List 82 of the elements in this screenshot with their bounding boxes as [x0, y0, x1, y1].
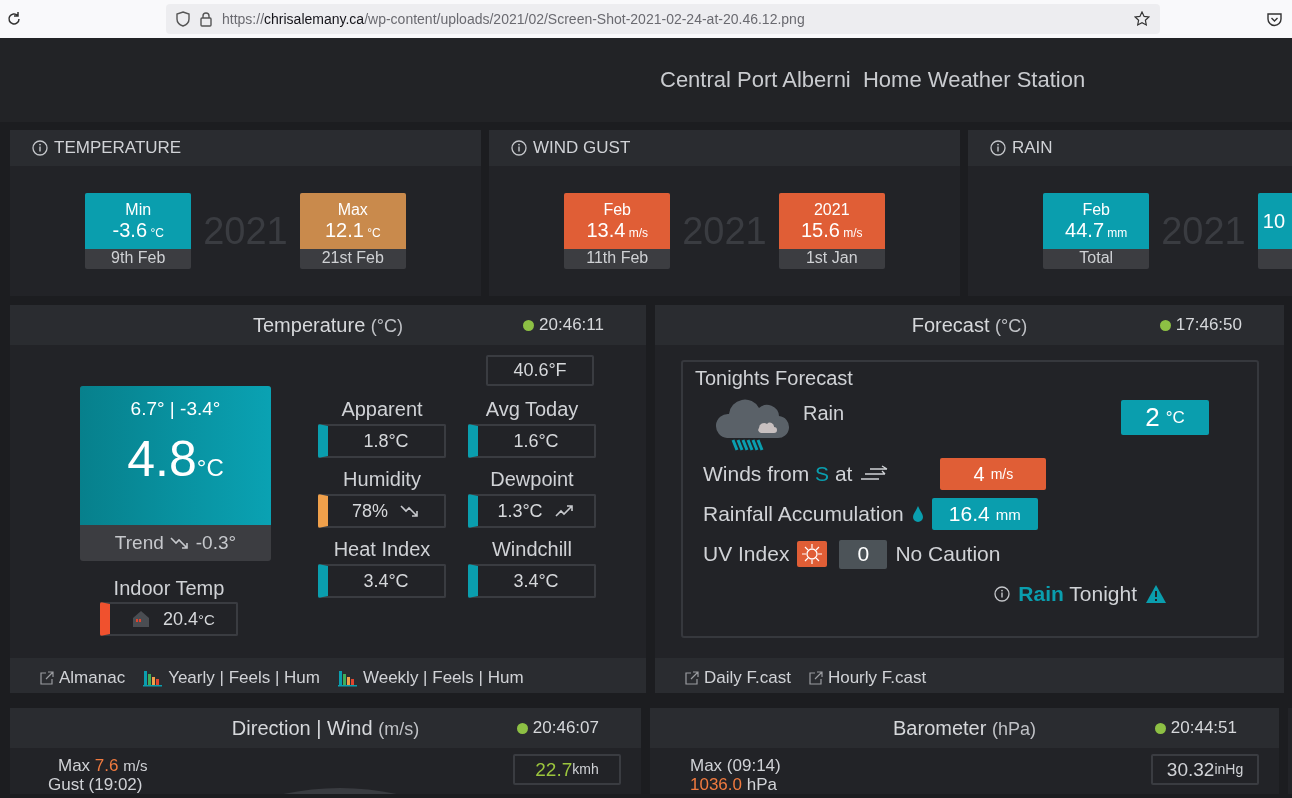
uv-index-value: 0: [839, 539, 888, 569]
card-title: WIND GUST: [533, 138, 631, 158]
stat-value: 3.4°C: [468, 564, 596, 598]
forecast-condition: Rain: [803, 402, 845, 425]
pocket-icon[interactable]: [1267, 11, 1282, 27]
update-time: 20:46:07: [516, 718, 599, 738]
panel-link[interactable]: Almanac: [40, 668, 126, 688]
record-tile: Min -3.6 °C 9th Feb: [85, 193, 192, 269]
record-tile: 2021 15.6 m/s 1st Jan: [778, 193, 885, 269]
indoor-value: 20.4°C: [100, 602, 238, 636]
update-time: 20:44:51: [1154, 718, 1237, 738]
panel-link[interactable]: Yearly | Feels | Hum: [143, 668, 320, 688]
panel-link[interactable]: Weekly | Feels | Hum: [337, 668, 524, 688]
stat-value: 1.3°C: [468, 494, 596, 528]
panel-link[interactable]: Daily F.cast: [685, 668, 791, 688]
bar-chart-icon: [337, 669, 358, 687]
wind-icon: [860, 465, 889, 483]
stat-label: Indoor Temp: [113, 577, 225, 600]
wind-speed-reading: 22.7kmh: [513, 754, 621, 785]
trend-down-icon: [400, 504, 420, 518]
external-link-icon: [685, 671, 699, 685]
stat-value: 3.4°C: [318, 564, 446, 598]
stat-label: Humidity: [343, 468, 421, 491]
fahrenheit-reading: 40.6°F: [486, 355, 594, 386]
address-bar[interactable]: https://chrisalemany.ca/wp-content/uploads/2021/02/Screen-Shot-2021-02-24-at-20.46.12.png: [166, 4, 1160, 34]
wind-label: Winds from S at: [703, 462, 853, 486]
bar-chart-icon: [143, 669, 164, 687]
pressure-max-value: 1036.0 hPa: [690, 775, 777, 794]
trend-up-icon: [554, 504, 575, 518]
stat-value: 78%: [318, 494, 446, 528]
drop-icon: [911, 505, 924, 523]
info-icon: [511, 140, 527, 156]
record-tile: Max 12.1 °C 21st Feb: [299, 193, 406, 269]
panel-title: Barometer (hPa): [893, 716, 1036, 740]
info-icon: [32, 140, 48, 156]
wind-max: Max 7.6 m/s: [58, 756, 148, 775]
record-tile: 10: [1257, 193, 1292, 269]
uv-label: UV Index: [703, 542, 790, 566]
star-icon[interactable]: [1134, 11, 1150, 27]
stat-value: 1.6°C: [468, 424, 596, 458]
warning-icon: [1145, 584, 1167, 604]
external-link-icon: [808, 671, 823, 685]
panel-title: Forecast (°C): [911, 313, 1028, 337]
lock-icon[interactable]: [200, 11, 212, 27]
stat-label: Dewpoint: [490, 468, 574, 491]
gust-label: Gust (19:02): [48, 775, 143, 794]
record-tile: Feb 44.7 mm Total: [1043, 193, 1150, 269]
alert-text: Rain Tonight: [1018, 582, 1137, 606]
update-time: 20:46:11: [523, 315, 604, 335]
forecast-heading: Tonights Forecast: [695, 367, 854, 390]
rainfall-amount: 16.4 mm: [931, 498, 1038, 530]
pressure-max-label: Max (09:14): [690, 756, 781, 775]
info-icon: [994, 586, 1011, 602]
trend-down-icon: [169, 536, 190, 550]
panel-title: Direction | Wind (m/s): [231, 716, 420, 740]
rainfall-label: Rainfall Accumulation: [703, 502, 904, 526]
pressure-reading: 30.32inHg: [1151, 754, 1259, 785]
panel-link[interactable]: Hourly F.cast: [808, 668, 927, 688]
panel-title: Temperature (°C): [253, 313, 403, 337]
house-icon: [131, 610, 152, 628]
trend-label: Trend: [114, 532, 164, 554]
stat-label: Apparent: [341, 398, 423, 421]
record-tile: Feb 13.4 m/s 11th Feb: [564, 193, 671, 269]
url-text: https://chrisalemany.ca/wp-content/uploads/2021/02/Screen-Shot-2021-02-24-at-20.46.12.png: [222, 11, 806, 27]
card-title: TEMPERATURE: [54, 138, 182, 158]
shield-icon[interactable]: [176, 11, 190, 27]
card-title: RAIN: [1012, 138, 1053, 158]
stat-label: Heat Index: [333, 538, 431, 561]
stat-label: Windchill: [492, 538, 572, 561]
station-title: Central Port Alberni Home Weather Station: [660, 67, 1086, 93]
current-temperature-tile: 6.7° | -3.4° 4.8°C Trend -0.3°: [80, 386, 271, 561]
sun-icon: [797, 541, 828, 567]
forecast-temperature: 2 °C: [1121, 400, 1209, 435]
stat-label: Avg Today: [485, 398, 579, 421]
uv-caution: No Caution: [895, 542, 1001, 566]
stat-value: 1.8°C: [318, 424, 446, 458]
external-link-icon: [40, 671, 54, 685]
update-time: 17:46:50: [1159, 315, 1242, 335]
info-icon: [990, 140, 1006, 156]
reload-icon[interactable]: [6, 11, 22, 27]
wind-speed: 4 m/s: [940, 458, 1047, 490]
trend-value: -0.3°: [195, 532, 237, 554]
